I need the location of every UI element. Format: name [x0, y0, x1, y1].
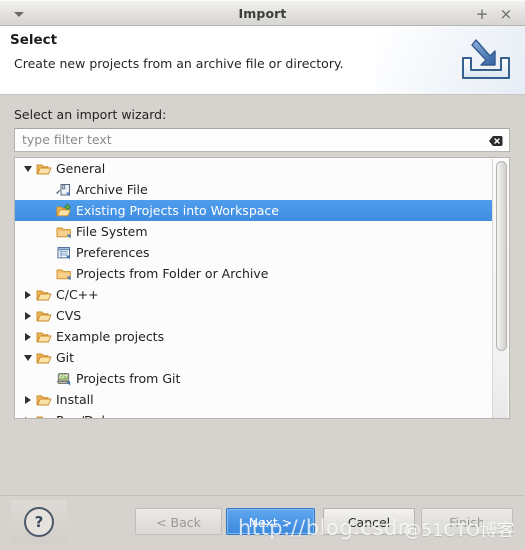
dialog-body: Select an import wizard: General Archive … [0, 95, 525, 495]
tree-item[interactable]: Existing Projects into Workspace [15, 200, 494, 221]
finish-button[interactable]: Finish [421, 508, 513, 535]
import-project-icon [55, 203, 73, 219]
tree-item-label: File System [76, 224, 148, 239]
tree-item-label: CVS [56, 308, 82, 323]
tree-item-label: Run/Debug [56, 410, 131, 418]
tree-item[interactable]: General [15, 158, 494, 179]
window-title: Import [238, 6, 287, 21]
vertical-scrollbar[interactable] [492, 159, 508, 418]
tree-item[interactable]: Projects from Folder or Archive [15, 263, 494, 284]
folder-open-icon [35, 287, 53, 303]
chevron-down-icon[interactable] [21, 347, 35, 368]
tree-item-label: Projects from Git [76, 371, 181, 386]
folder-open-icon [35, 350, 53, 366]
next-button[interactable]: Next > [226, 508, 315, 535]
tree-item-label: Existing Projects into Workspace [76, 203, 279, 218]
search-input[interactable] [22, 129, 462, 151]
tree-item-label: Archive File [76, 182, 148, 197]
tree-item-label: Install [56, 392, 94, 407]
svg-text:GIT: GIT [59, 374, 68, 380]
back-button[interactable]: < Back [135, 508, 222, 535]
tree-item[interactable]: File System [15, 221, 494, 242]
scrollbar-thumb[interactable] [496, 161, 507, 351]
import-wizard-tree[interactable]: General Archive File Existing Projects int… [14, 157, 510, 419]
tree-item-label: Projects from Folder or Archive [76, 266, 269, 281]
preferences-icon [55, 245, 73, 261]
dialog-header: Select Create new projects from an archi… [0, 26, 525, 95]
dialog-footer: ? < Back Next > Cancel Finish [0, 495, 525, 550]
tree-item[interactable]: Preferences [15, 242, 494, 263]
filter-field[interactable] [14, 128, 510, 152]
chevron-right-icon[interactable] [21, 305, 35, 326]
folder-open-icon [35, 161, 53, 177]
import-arrow-icon [457, 34, 515, 86]
tree-item[interactable]: Git [15, 347, 494, 368]
tree-item[interactable]: Archive File [15, 179, 494, 200]
tree-item-label: Example projects [56, 329, 165, 344]
folder-icon [55, 224, 73, 240]
tree-item[interactable]: Install [15, 389, 494, 410]
tree-item[interactable]: Run/Debug [15, 410, 494, 418]
maximize-button[interactable]: + [473, 5, 491, 23]
tree-item-label: C/C++ [56, 287, 99, 302]
folder-open-icon [35, 392, 53, 408]
tree-item-label: Preferences [76, 245, 150, 260]
question-mark-icon: ? [24, 507, 54, 537]
folder-icon [55, 266, 73, 282]
page-description: Create new projects from an archive file… [14, 56, 344, 71]
tree-item-label: Git [56, 350, 75, 365]
close-button[interactable]: × [497, 5, 515, 23]
archive-file-icon [55, 182, 73, 198]
title-bar: Import + × [0, 0, 525, 26]
wizard-label: Select an import wizard: [14, 107, 167, 122]
tree-item[interactable]: CVS [15, 305, 494, 326]
chevron-right-icon[interactable] [21, 326, 35, 347]
folder-open-icon [35, 413, 53, 418]
tree-rows: General Archive File Existing Projects int… [15, 158, 494, 418]
tree-item-label: General [56, 161, 106, 176]
clear-text-icon[interactable] [485, 133, 503, 147]
git-projects-icon: GIT [55, 371, 73, 387]
page-title: Select [10, 32, 58, 48]
chevron-right-icon[interactable] [21, 410, 35, 418]
folder-open-icon [35, 308, 53, 324]
import-dialog: Import + × Select Create new projects fr… [0, 0, 525, 550]
tree-item[interactable]: C/C++ [15, 284, 494, 305]
tree-item[interactable]: GIT Projects from Git [15, 368, 494, 389]
folder-open-icon [35, 329, 53, 345]
help-button[interactable]: ? [11, 500, 67, 544]
chevron-right-icon[interactable] [21, 284, 35, 305]
chevron-right-icon[interactable] [21, 389, 35, 410]
chevron-down-icon[interactable] [21, 158, 35, 179]
tree-item[interactable]: Example projects [15, 326, 494, 347]
cancel-button[interactable]: Cancel [323, 508, 415, 535]
